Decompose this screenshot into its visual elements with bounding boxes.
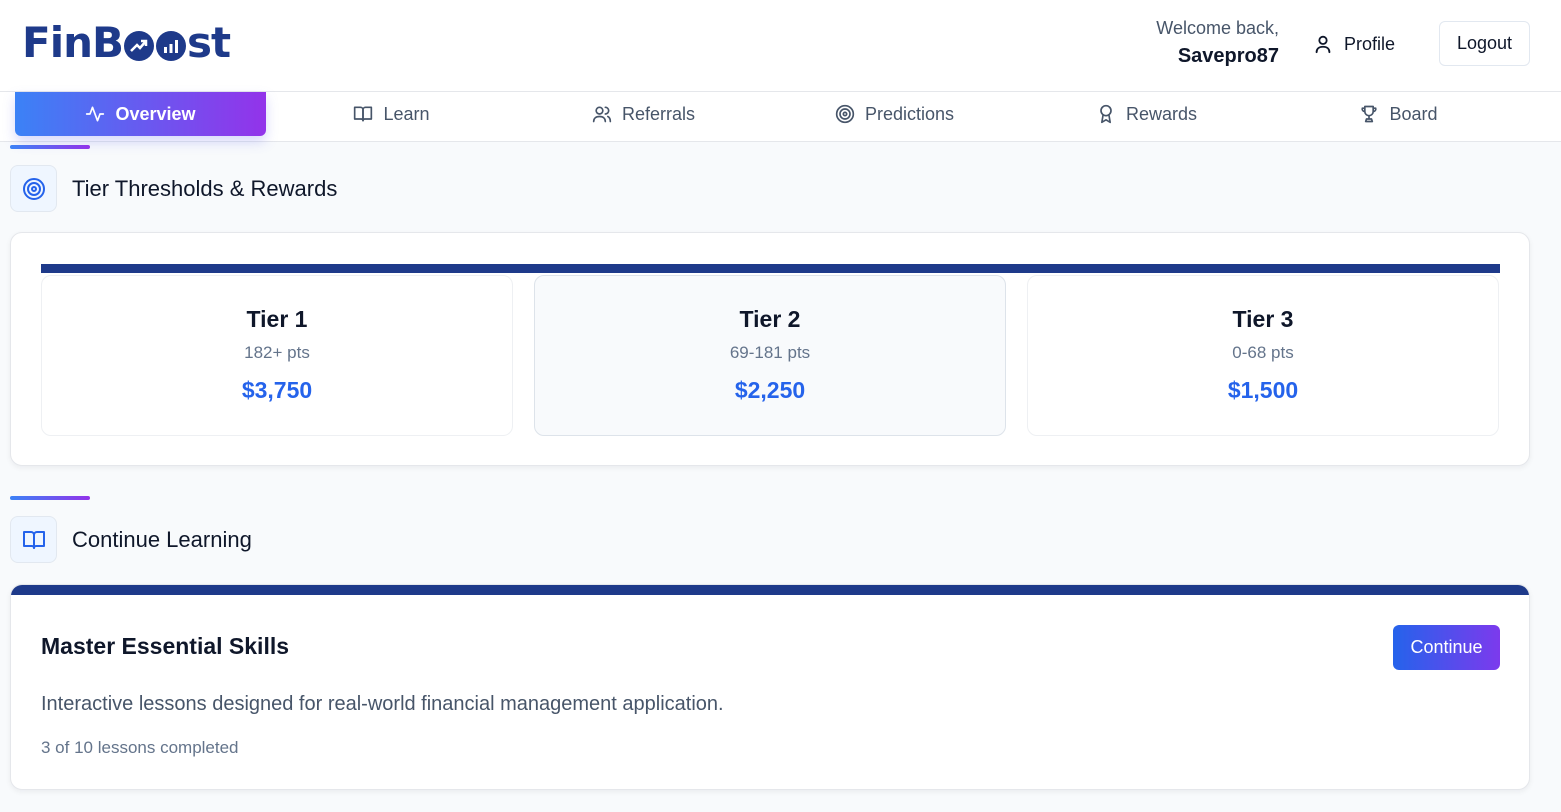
- tier-points: 69-181 pts: [729, 343, 811, 362]
- section-icon-box: [10, 165, 57, 212]
- tab-board[interactable]: Board: [1273, 92, 1524, 136]
- tab-rewards[interactable]: Rewards: [1021, 92, 1272, 136]
- section-icon-box: [10, 516, 57, 563]
- tier-2-card: Tier 2 69-181 pts $2,250: [534, 275, 1006, 436]
- tier-name: Tier 3: [1232, 306, 1294, 332]
- book-icon: [354, 106, 373, 122]
- target-icon: [835, 104, 855, 124]
- user-icon: [1315, 35, 1331, 54]
- tab-label: Predictions: [864, 103, 955, 124]
- course-description: Interactive lessons designed for real-wo…: [41, 693, 724, 715]
- tier-card: Tier 1 182+ pts $3,750 Tier 2 69-181 pts…: [10, 232, 1530, 466]
- main-nav: Overview Learn Referrals Predictions Rew…: [0, 92, 1561, 142]
- tier-amount: $2,250: [734, 377, 806, 403]
- section-accent-bar: [10, 496, 90, 500]
- course-progress-text: 3 of 10 lessons completed: [41, 738, 239, 757]
- section-title-tiers: Tier Thresholds & Rewards: [72, 176, 338, 201]
- target-icon: [22, 177, 45, 200]
- tab-label: Overview: [115, 103, 196, 124]
- tab-label: Board: [1389, 103, 1438, 124]
- tier-card-accent-bar: [41, 264, 1500, 273]
- book-icon: [22, 530, 45, 549]
- tab-referrals[interactable]: Referrals: [518, 92, 769, 136]
- section-title-learning: Continue Learning: [72, 527, 252, 552]
- tier-name: Tier 1: [246, 306, 308, 332]
- tab-label: Rewards: [1125, 103, 1198, 124]
- profile-label: Profile: [1344, 33, 1396, 54]
- trophy-icon: [1361, 105, 1378, 123]
- profile-button[interactable]: Profile: [1312, 30, 1395, 58]
- brand-name-part2: st: [187, 18, 231, 67]
- tab-predictions[interactable]: Predictions: [769, 92, 1020, 136]
- growth-chart-icon: [156, 30, 186, 61]
- logo-o-icon: [124, 30, 154, 61]
- welcome-text: Welcome back,: [1156, 18, 1279, 38]
- tier-points: 0-68 pts: [1232, 343, 1294, 362]
- tab-learn[interactable]: Learn: [266, 92, 517, 136]
- course-card: Master Essential Skills Interactive less…: [10, 584, 1530, 790]
- brand-name-part1: FinB: [22, 18, 124, 67]
- top-header: FinB st Welcome back, Savepro87 Profile …: [0, 0, 1561, 92]
- tier-name: Tier 2: [739, 306, 801, 332]
- tier-amount: $1,500: [1227, 377, 1299, 403]
- course-title: Master Essential Skills: [41, 633, 290, 659]
- tab-overview[interactable]: Overview: [15, 92, 266, 136]
- logout-button[interactable]: Logout: [1439, 21, 1530, 66]
- tab-label: Learn: [383, 103, 430, 124]
- continue-button[interactable]: Continue: [1393, 625, 1500, 670]
- tier-3-card: Tier 3 0-68 pts $1,500: [1027, 275, 1499, 436]
- username: Savepro87: [1177, 45, 1279, 67]
- award-icon: [1100, 104, 1112, 124]
- course-card-accent-bar: [11, 585, 1529, 595]
- section-accent-bar: [10, 145, 90, 149]
- welcome-block: Welcome back, Savepro87: [1156, 18, 1279, 68]
- tier-amount: $3,750: [241, 377, 313, 403]
- brand-logo[interactable]: FinB st: [22, 18, 231, 67]
- tab-label: Referrals: [621, 103, 696, 124]
- tier-points: 182+ pts: [244, 343, 310, 362]
- activity-icon: [86, 106, 105, 122]
- users-icon: [592, 106, 612, 123]
- tier-1-card: Tier 1 182+ pts $3,750: [41, 275, 513, 436]
